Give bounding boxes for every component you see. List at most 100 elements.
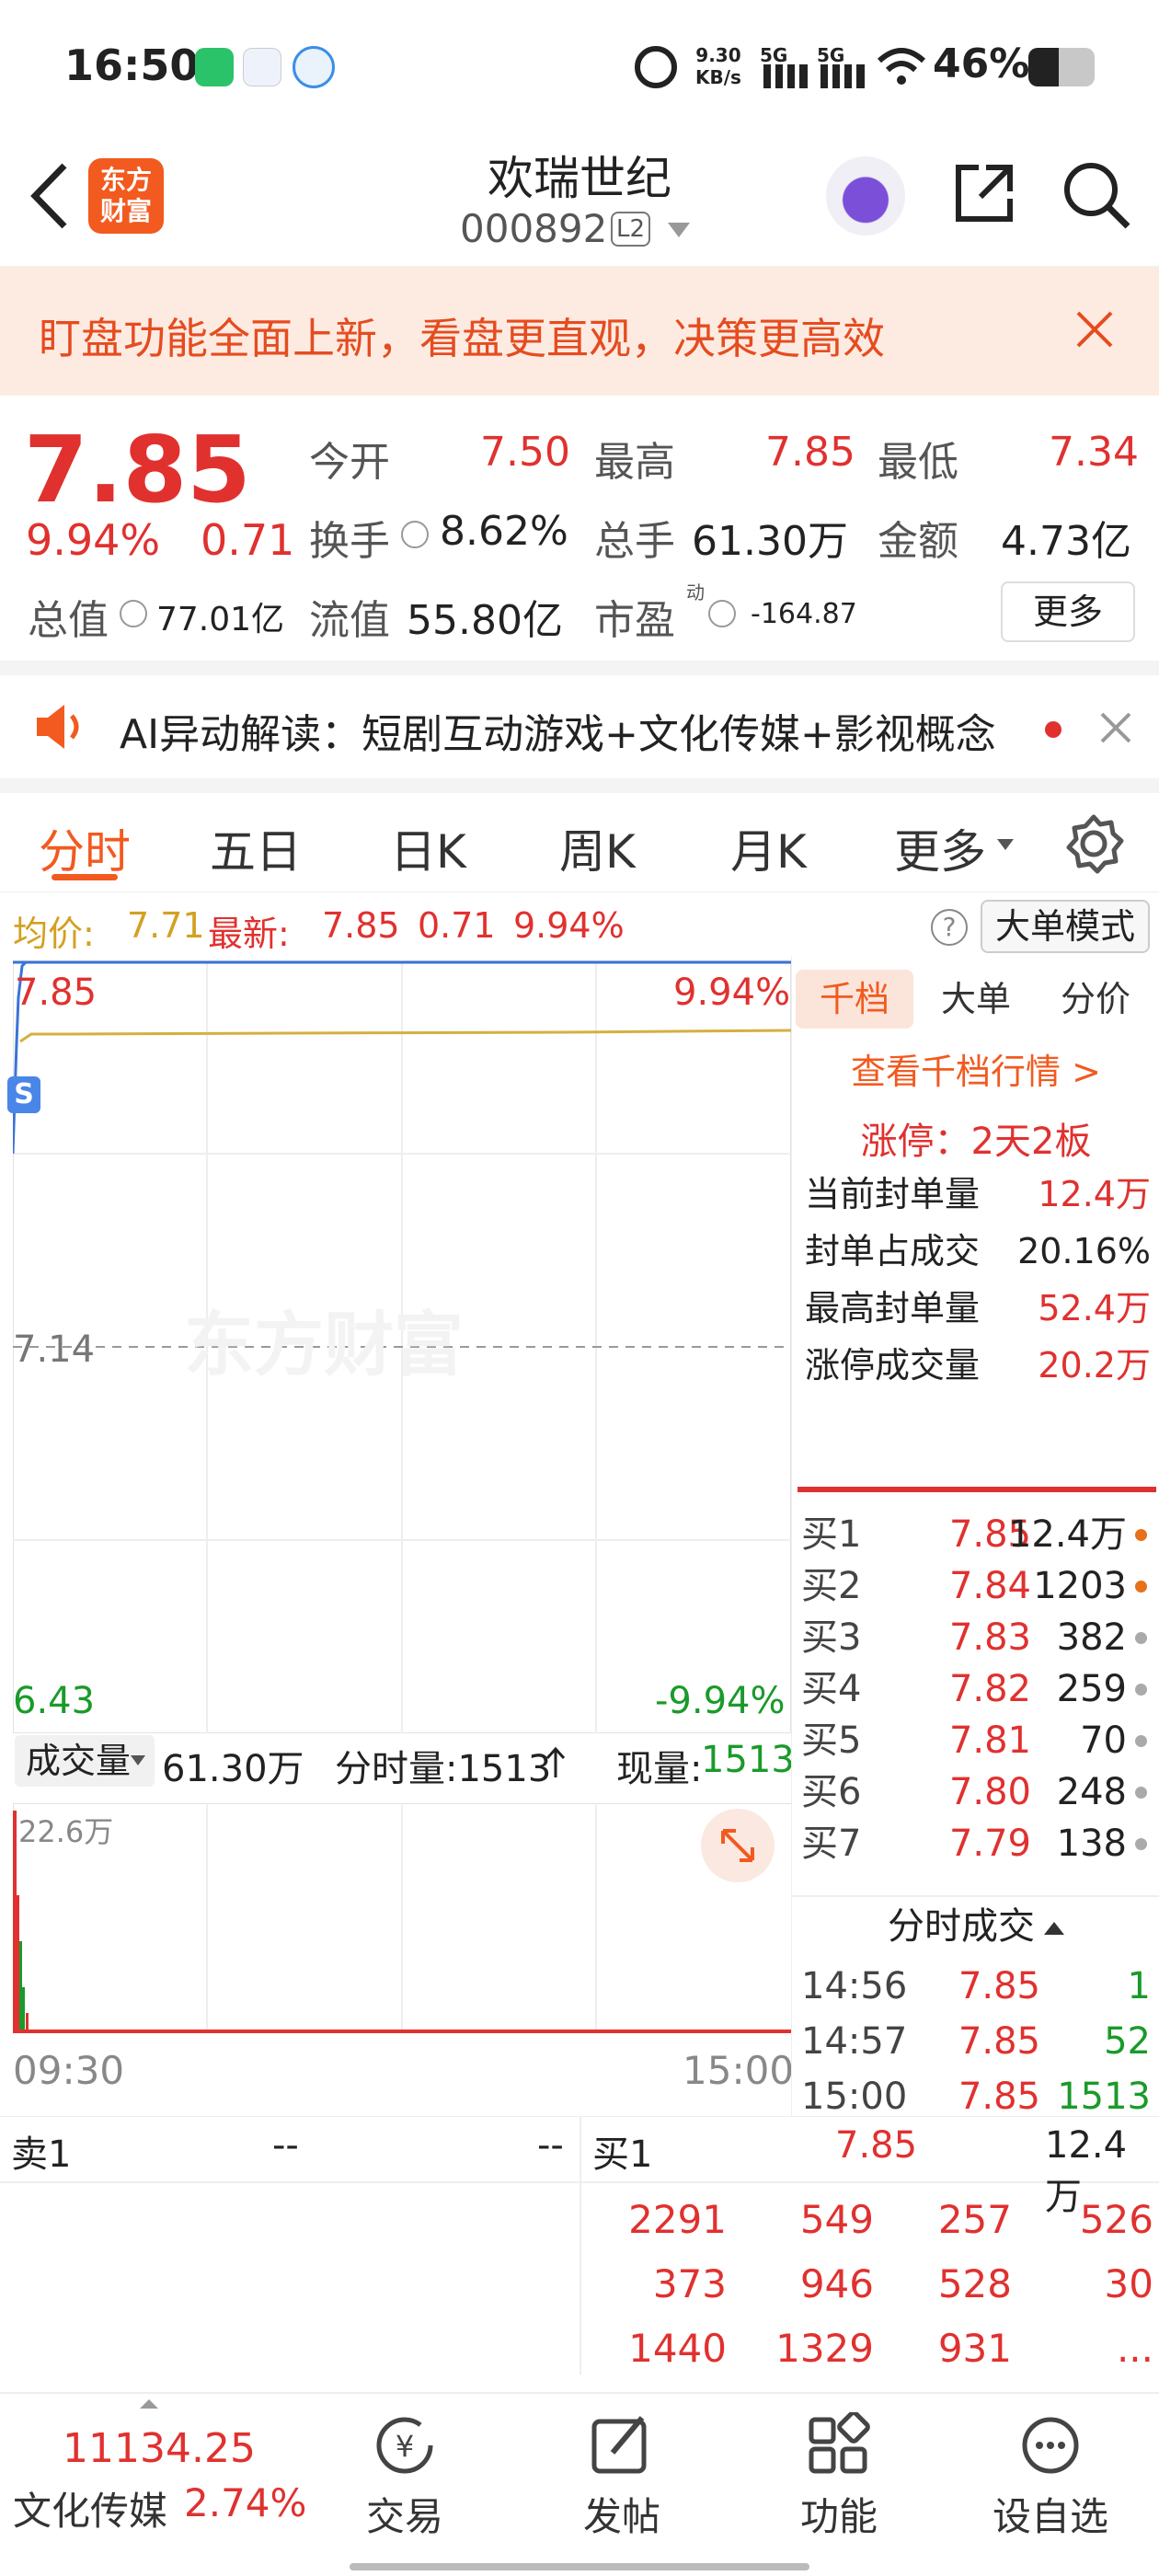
float-value: 55.80亿: [407, 597, 563, 644]
side-tab-big-order[interactable]: 大单: [917, 970, 1035, 1029]
order-book-row: 买5 7.81 70: [801, 1715, 1151, 1766]
period-tabs: 分时 五日 日K 周K 月K 更多: [0, 793, 1159, 892]
avg-price-value: 7.71: [127, 905, 205, 946]
float-label: 流值: [309, 597, 390, 644]
stock-name: 欢瑞世纪: [488, 152, 671, 205]
order-book-row: 买6 7.80 248: [801, 1766, 1151, 1818]
mktcap-value: 77.01亿: [156, 601, 285, 638]
queue-cell: 528: [937, 2261, 1012, 2306]
banner-text: 盯盘功能全面上新，看盘更直观，决策更高效: [39, 314, 885, 363]
trade-button[interactable]: ¥ 交易: [313, 2412, 497, 2542]
tab-monthly-k[interactable]: 月K: [730, 815, 807, 881]
gear-icon[interactable]: [1063, 813, 1124, 874]
top-nav: 东方 财富 欢瑞世纪 000892 L2: [0, 138, 1159, 267]
level2-badge: L2: [611, 212, 651, 247]
low-value: 7.34: [1049, 429, 1139, 476]
functions-button[interactable]: 功能: [747, 2412, 931, 2542]
divider: [580, 2117, 581, 2375]
add-watchlist-button[interactable]: 设自选: [958, 2412, 1142, 2542]
tab-five-day[interactable]: 五日: [210, 815, 302, 881]
latest-price: 7.85: [322, 905, 400, 946]
close-icon[interactable]: [1098, 710, 1133, 745]
signal-icon: [820, 64, 865, 88]
tick-row: 14:57 7.85 52: [801, 2020, 1151, 2063]
high-value: 7.85: [765, 429, 855, 476]
info-icon[interactable]: [120, 600, 147, 627]
side-tab-price-dist[interactable]: 分价: [1037, 970, 1154, 1029]
signal-label: 5G: [817, 44, 845, 66]
buy1-price: 7.85: [835, 2124, 918, 2167]
home-indicator[interactable]: [350, 2563, 809, 2570]
tab-daily-k[interactable]: 日K: [390, 815, 466, 881]
tab-intraday[interactable]: 分时: [39, 815, 131, 881]
queue-cell: ...: [1116, 2326, 1153, 2371]
pct-axis-bottom: -9.94%: [655, 1680, 786, 1722]
grid-icon: [809, 2412, 870, 2474]
sector-index-value: 11134.25: [63, 2425, 256, 2472]
info-icon[interactable]: [708, 600, 736, 627]
avg-price-label: 均价:: [13, 914, 95, 954]
s-marker[interactable]: S: [7, 1076, 40, 1113]
y-axis-mid: 7.14: [13, 1328, 96, 1371]
open-value: 7.50: [480, 429, 570, 476]
more-dots-icon: [1022, 2417, 1079, 2474]
turnover-value: 8.62%: [440, 508, 568, 555]
chevron-down-icon[interactable]: [668, 223, 690, 237]
tick-row: 14:56 7.85 1: [801, 1965, 1151, 2007]
metric-row: 封单占成交 20.16%: [805, 1231, 1151, 1271]
more-button[interactable]: 更多: [1001, 581, 1135, 642]
pe-label: 市盈: [594, 597, 675, 644]
queue-cell: 30: [1104, 2261, 1153, 2306]
high-label: 最高: [594, 439, 675, 486]
battery-percent: 46%: [933, 40, 1030, 87]
sell1-label: 卖1: [11, 2133, 72, 2176]
edit-icon: [591, 2416, 647, 2474]
queue-cell: 2291: [628, 2197, 727, 2242]
help-icon[interactable]: ?: [931, 909, 968, 946]
wifi-icon: [877, 48, 926, 85]
ai-robot-avatar[interactable]: [826, 156, 905, 236]
metric-row: 最高封单量 52.4万: [805, 1288, 1151, 1328]
quote-panel: 7.85 9.94% 0.71 今开 7.50 最高 7.85 最低 7.34 …: [0, 396, 1159, 662]
order-book[interactable]: 买1 7.85 12.4万 买2 7.84 1203 买3 7.83 382 买4 7.82 2…: [792, 1509, 1159, 1917]
queue-cell: 526: [1079, 2197, 1153, 2242]
battery-icon: [1028, 48, 1095, 86]
bottom-toolbar: 11134.25 文化传媒 2.74% ¥ 交易 发帖 功能 设自选: [0, 2392, 1159, 2576]
big-order-mode-button[interactable]: 大单模式: [981, 900, 1150, 953]
expand-icon[interactable]: [701, 1809, 775, 1882]
sector-index[interactable]: 11134.25 文化传媒 2.74%: [9, 2420, 306, 2558]
view-thousand-link[interactable]: 查看千档行情 >: [792, 1043, 1159, 1094]
search-icon[interactable]: [1060, 158, 1133, 232]
info-icon[interactable]: [401, 521, 429, 548]
close-icon[interactable]: [1074, 309, 1115, 350]
ai-insight-bar[interactable]: AI异动解读：短剧互动游戏+文化传媒+影视概念: [0, 675, 1159, 778]
tab-weekly-k[interactable]: 周K: [559, 815, 636, 881]
volume-chart[interactable]: [13, 1803, 791, 2033]
order-book-row: 买3 7.83 382: [801, 1612, 1151, 1663]
ticks-header[interactable]: 分时成交: [792, 1897, 1159, 1956]
phone-app-icon: [195, 48, 234, 86]
sell1-volume: --: [537, 2124, 564, 2167]
change-amount: 0.71: [201, 515, 295, 565]
promo-banner[interactable]: 盯盘功能全面上新，看盘更直观，决策更高效: [0, 267, 1159, 396]
side-tab-thousand[interactable]: 千档: [796, 970, 913, 1029]
divider: [0, 661, 1159, 675]
up-arrow-icon: [545, 1746, 566, 1777]
open-label: 今开: [309, 439, 390, 486]
chevron-down-icon: [997, 839, 1014, 850]
queue-cell: 1329: [775, 2326, 874, 2371]
tick-volume: 分时量:1513: [335, 1748, 552, 1790]
trade-icon: ¥: [376, 2417, 433, 2474]
post-button[interactable]: 发帖: [530, 2412, 714, 2542]
amount-value: 4.73亿: [1001, 518, 1131, 565]
current-volume-label: 现量:: [616, 1748, 703, 1790]
share-icon[interactable]: [949, 158, 1019, 228]
latest-percent: 9.94%: [513, 905, 625, 946]
tab-more[interactable]: 更多: [894, 815, 986, 881]
pct-axis-top: 9.94%: [673, 972, 791, 1014]
order-book-row: 买1 7.85 12.4万: [801, 1509, 1151, 1560]
volume-indicator-label: 成交量: [26, 1741, 132, 1781]
active-tab-underline: [52, 874, 118, 880]
last-price: 7.85: [24, 416, 251, 523]
back-arrow-icon[interactable]: [28, 162, 70, 230]
